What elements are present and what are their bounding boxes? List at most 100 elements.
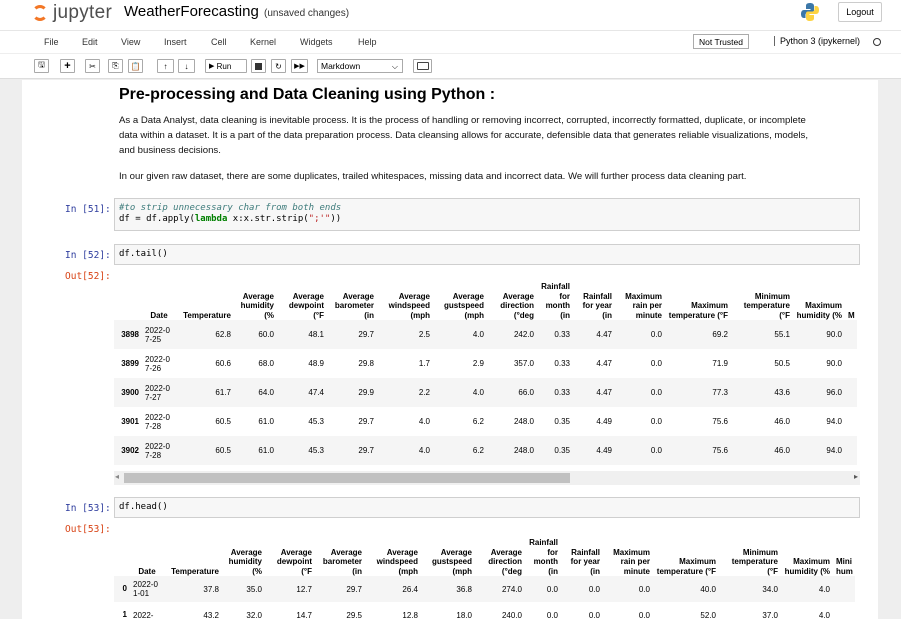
- table-cell: 29.7: [346, 584, 362, 594]
- table-cell: 62.8: [215, 330, 231, 339]
- table-cell: 29.5: [346, 610, 362, 619]
- table-cell: 94.0: [826, 446, 842, 455]
- section-heading: Pre-processing and Data Cleaning using P…: [119, 86, 496, 103]
- code-cell-52[interactable]: df.tail(): [114, 244, 860, 265]
- scroll-right-icon[interactable]: ▸: [854, 472, 858, 481]
- table-cell: 0.33: [554, 359, 570, 368]
- table-cell: 64.0: [258, 388, 274, 397]
- column-header: [114, 528, 130, 576]
- copy-button[interactable]: ⎘: [108, 59, 123, 73]
- menu-cell[interactable]: Cell: [211, 37, 227, 47]
- table-cell: 45.3: [308, 417, 324, 426]
- table-cell: 0.0: [588, 610, 600, 619]
- move-up-button[interactable]: ↑: [157, 59, 174, 73]
- table-cell: 357.0: [513, 359, 534, 368]
- jupyter-logo[interactable]: jupyter: [32, 2, 112, 24]
- table-cell: [845, 436, 857, 465]
- table-cell: 0.35: [554, 417, 570, 426]
- column-header: Temperature: [171, 566, 219, 576]
- table-cell: 4.49: [596, 446, 612, 455]
- arrow-up-icon: ↑: [163, 61, 168, 71]
- table-cell: 61.7: [215, 388, 231, 397]
- table-cell: 4.0: [418, 446, 430, 455]
- restart-icon: ↻: [275, 61, 282, 71]
- column-header: Average windspeed (mph: [376, 547, 418, 576]
- table-row: 1 2022- 43.2 32.0 14.7 29.5 12.8 18.0 240.0 0.0 0.…: [114, 602, 855, 619]
- insert-cell-button[interactable]: +: [60, 59, 75, 73]
- restart-button[interactable]: ↻: [271, 59, 286, 73]
- column-header: Average gustspeed (mph: [443, 291, 484, 320]
- trust-button[interactable]: Not Trusted: [693, 34, 749, 49]
- arrow-down-icon: ↓: [184, 61, 189, 71]
- table-cell: 29.8: [358, 359, 374, 368]
- column-header: Minimum temperature (°F: [743, 291, 790, 320]
- code-cell-51[interactable]: #to strip unnecessary char from both end…: [114, 198, 860, 231]
- logout-button[interactable]: Logout: [838, 2, 882, 22]
- run-label: Run: [216, 61, 232, 71]
- table-cell: 1.7: [418, 359, 430, 368]
- cut-button[interactable]: ✂: [85, 59, 100, 73]
- table-cell: 46.0: [774, 417, 790, 426]
- interrupt-button[interactable]: [251, 59, 266, 73]
- table-cell: 60.0: [258, 330, 274, 339]
- table-cell: 2022-07-28: [145, 412, 170, 431]
- table-cell: 2.9: [472, 359, 484, 368]
- table-cell: 60.5: [215, 417, 231, 426]
- keyboard-icon: [416, 62, 429, 70]
- markdown-paragraph-2: In our given raw dataset, there are some…: [119, 171, 747, 182]
- menu-insert[interactable]: Insert: [164, 37, 187, 47]
- row-index: 3900: [121, 387, 139, 397]
- column-header: Date: [138, 566, 156, 576]
- table-cell: 248.0: [513, 446, 534, 455]
- run-button[interactable]: ▶ Run: [205, 59, 247, 73]
- table-cell: 2022-07-25: [145, 325, 170, 344]
- table-cell: 12.7: [296, 584, 312, 594]
- column-header: Rainfall for month (in: [529, 538, 558, 576]
- scroll-left-icon[interactable]: ◂: [115, 472, 119, 481]
- restart-run-all-button[interactable]: ▶▶: [291, 59, 308, 73]
- menu-view[interactable]: View: [121, 37, 140, 47]
- table-cell: 37.0: [762, 610, 778, 619]
- table-row: 3898 2022-07-25 62.8 60.0 48.1 29.7 2.5 4.0 242.…: [114, 320, 857, 349]
- horizontal-scrollbar[interactable]: ◂ ▸: [114, 471, 860, 485]
- menu-widgets[interactable]: Widgets: [300, 37, 333, 47]
- column-header: Average barometer (in: [322, 547, 362, 576]
- menu-edit[interactable]: Edit: [82, 37, 98, 47]
- table-cell: 12.8: [402, 610, 418, 619]
- row-index: 3898: [121, 329, 139, 339]
- notebook-name[interactable]: WeatherForecasting: [124, 3, 259, 20]
- cell-prompt-52: In [52]:: [65, 250, 111, 261]
- paste-icon: 📋: [130, 61, 141, 71]
- code-cell-53[interactable]: df.head(): [114, 497, 860, 518]
- table-cell: 61.0: [258, 446, 274, 455]
- kernel-name[interactable]: Python 3 (ipykernel): [774, 36, 860, 46]
- table-cell: 18.0: [456, 610, 472, 619]
- move-down-button[interactable]: ↓: [178, 59, 195, 73]
- stop-icon: [255, 62, 262, 70]
- table-cell: 0.0: [650, 417, 662, 426]
- table-cell: 0.0: [650, 446, 662, 455]
- command-palette-button[interactable]: [413, 59, 432, 73]
- menu-file[interactable]: File: [44, 37, 59, 47]
- table-cell: 36.8: [456, 584, 472, 594]
- python-logo-icon: [801, 3, 819, 21]
- menu-help[interactable]: Help: [358, 37, 377, 47]
- cell-type-select[interactable]: Markdown ⌵: [317, 59, 403, 73]
- table-cell: 29.7: [358, 446, 374, 455]
- menu-kernel[interactable]: Kernel: [250, 37, 276, 47]
- table-cell: 43.6: [774, 388, 790, 397]
- table-cell: 52.0: [700, 610, 716, 619]
- table-cell: 4.47: [596, 330, 612, 339]
- scrollbar-thumb[interactable]: [124, 473, 570, 483]
- table-cell: 48.9: [308, 359, 324, 368]
- save-button[interactable]: 🖫: [34, 59, 49, 73]
- table-cell: 32.0: [246, 610, 262, 619]
- table-cell: 2022-07-28: [145, 441, 170, 460]
- table-cell: 2022-07-27: [145, 383, 170, 402]
- table-cell: 0.0: [650, 330, 662, 339]
- column-header: Date: [150, 310, 168, 320]
- column-header: Average direction (°deg: [488, 547, 522, 576]
- table-cell: [833, 602, 855, 619]
- paste-button[interactable]: 📋: [128, 59, 143, 73]
- table-cell: 60.5: [215, 446, 231, 455]
